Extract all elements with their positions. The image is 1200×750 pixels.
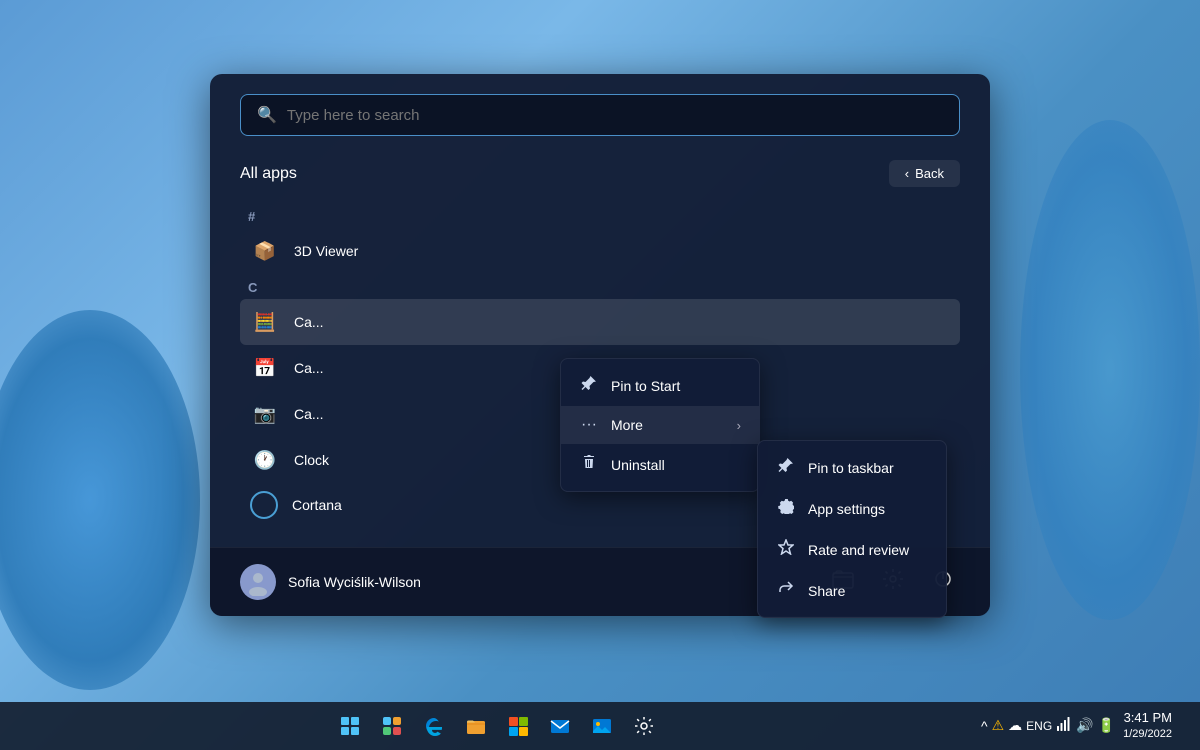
app-item-calculator[interactable]: 🧮 Ca... bbox=[240, 299, 960, 345]
section-hash: # bbox=[240, 203, 960, 228]
widgets-icon bbox=[383, 717, 401, 735]
windows-logo-icon bbox=[341, 717, 359, 735]
user-name: Sofia Wyciślik-Wilson bbox=[288, 574, 421, 590]
app-icon-calculator: 🧮 bbox=[250, 307, 280, 337]
system-tray-chevron[interactable]: ^ bbox=[981, 718, 988, 734]
app-icon-3dviewer: 📦 bbox=[250, 236, 280, 266]
app-item-3dviewer[interactable]: 📦 3D Viewer bbox=[240, 228, 960, 274]
rate-review-icon bbox=[776, 539, 796, 560]
uninstall-icon bbox=[579, 454, 599, 475]
pin-icon bbox=[579, 375, 599, 396]
system-tray-icons: ^ ⚠ ☁ ENG 🔊 🔋 bbox=[981, 716, 1115, 735]
taskbar-edge-button[interactable] bbox=[414, 706, 454, 746]
context-uninstall[interactable]: Uninstall bbox=[561, 444, 759, 485]
settings-icon bbox=[633, 715, 655, 737]
taskbar-store-button[interactable] bbox=[498, 706, 538, 746]
user-info[interactable]: Sofia Wyciślik-Wilson bbox=[240, 564, 421, 600]
context-pin-to-start[interactable]: Pin to Start bbox=[561, 365, 759, 406]
app-name-3dviewer: 3D Viewer bbox=[294, 243, 358, 259]
search-bar[interactable]: 🔍 bbox=[240, 94, 960, 136]
app-list: # 📦 3D Viewer C 🧮 Ca... 📅 Ca... 📷 Ca... … bbox=[240, 203, 960, 527]
share-label: Share bbox=[808, 583, 845, 599]
rate-review-label: Rate and review bbox=[808, 542, 909, 558]
photos-icon bbox=[591, 715, 613, 737]
pin-to-taskbar-label: Pin to taskbar bbox=[808, 460, 894, 476]
app-name-calendar: Ca... bbox=[294, 360, 324, 376]
submenu-app-settings[interactable]: App settings bbox=[758, 488, 946, 529]
pin-to-start-label: Pin to Start bbox=[611, 378, 680, 394]
back-chevron-icon: ‹ bbox=[905, 166, 909, 181]
uninstall-label: Uninstall bbox=[611, 457, 665, 473]
file-explorer-icon bbox=[465, 715, 487, 737]
submenu: Pin to taskbar App settings bbox=[757, 440, 947, 618]
system-tray-language[interactable]: ENG bbox=[1026, 719, 1052, 733]
app-icon-calendar: 📅 bbox=[250, 353, 280, 383]
all-apps-title: All apps bbox=[240, 165, 297, 183]
search-input[interactable] bbox=[287, 107, 943, 124]
taskbar-start-button[interactable] bbox=[330, 706, 370, 746]
all-apps-header: All apps ‹ Back bbox=[240, 160, 960, 187]
search-icon: 🔍 bbox=[257, 105, 277, 125]
more-dots-icon: ··· bbox=[579, 416, 599, 434]
taskbar-icons bbox=[330, 706, 664, 746]
submenu-arrow-icon: › bbox=[737, 418, 741, 433]
back-label: Back bbox=[915, 166, 944, 181]
store-icon bbox=[507, 715, 529, 737]
system-tray-warning[interactable]: ⚠ bbox=[992, 717, 1005, 734]
bg-decoration-left bbox=[0, 310, 200, 690]
clock-date: 1/29/2022 bbox=[1123, 727, 1172, 742]
taskbar-explorer-button[interactable] bbox=[456, 706, 496, 746]
system-tray-cloud[interactable]: ☁ bbox=[1008, 717, 1022, 734]
taskbar-settings-button[interactable] bbox=[624, 706, 664, 746]
app-settings-icon bbox=[776, 498, 796, 519]
app-name-clock: Clock bbox=[294, 452, 329, 468]
taskbar-pin-icon bbox=[776, 457, 796, 478]
taskbar-clock[interactable]: 3:41 PM 1/29/2022 bbox=[1123, 709, 1172, 743]
section-c: C bbox=[240, 274, 960, 299]
app-name-camera: Ca... bbox=[294, 406, 324, 422]
share-icon bbox=[776, 580, 796, 601]
submenu-rate-review[interactable]: Rate and review bbox=[758, 529, 946, 570]
system-tray-volume[interactable]: 🔊 bbox=[1076, 717, 1093, 734]
taskbar: ^ ⚠ ☁ ENG 🔊 🔋 3:41 PM 1/29/2022 bbox=[0, 702, 1200, 750]
app-icon-camera: 📷 bbox=[250, 399, 280, 429]
submenu-share[interactable]: Share bbox=[758, 570, 946, 611]
back-button[interactable]: ‹ Back bbox=[889, 160, 960, 187]
context-more[interactable]: ··· More › Pin to taskbar bbox=[561, 406, 759, 444]
app-settings-label: App settings bbox=[808, 501, 885, 517]
user-avatar bbox=[240, 564, 276, 600]
system-tray-battery[interactable]: 🔋 bbox=[1098, 717, 1115, 734]
clock-time: 3:41 PM bbox=[1123, 709, 1172, 727]
more-label: More bbox=[611, 417, 643, 433]
app-icon-clock: 🕐 bbox=[250, 445, 280, 475]
mail-icon bbox=[549, 715, 571, 737]
submenu-pin-to-taskbar[interactable]: Pin to taskbar bbox=[758, 447, 946, 488]
taskbar-system-tray: ^ ⚠ ☁ ENG 🔊 🔋 3:41 PM 1/29/2022 bbox=[981, 709, 1188, 743]
taskbar-photos-button[interactable] bbox=[582, 706, 622, 746]
bg-decoration-right bbox=[1020, 120, 1200, 620]
app-name-cortana: Cortana bbox=[292, 497, 342, 513]
taskbar-mail-button[interactable] bbox=[540, 706, 580, 746]
start-menu: 🔍 All apps ‹ Back # 📦 3D Viewer C 🧮 Ca..… bbox=[210, 74, 990, 616]
app-icon-cortana bbox=[250, 491, 278, 519]
context-menu: Pin to Start ··· More › bbox=[560, 358, 760, 492]
edge-icon bbox=[423, 715, 445, 737]
taskbar-widgets-button[interactable] bbox=[372, 706, 412, 746]
system-tray-network[interactable] bbox=[1056, 716, 1072, 735]
app-name-calculator: Ca... bbox=[294, 314, 324, 330]
